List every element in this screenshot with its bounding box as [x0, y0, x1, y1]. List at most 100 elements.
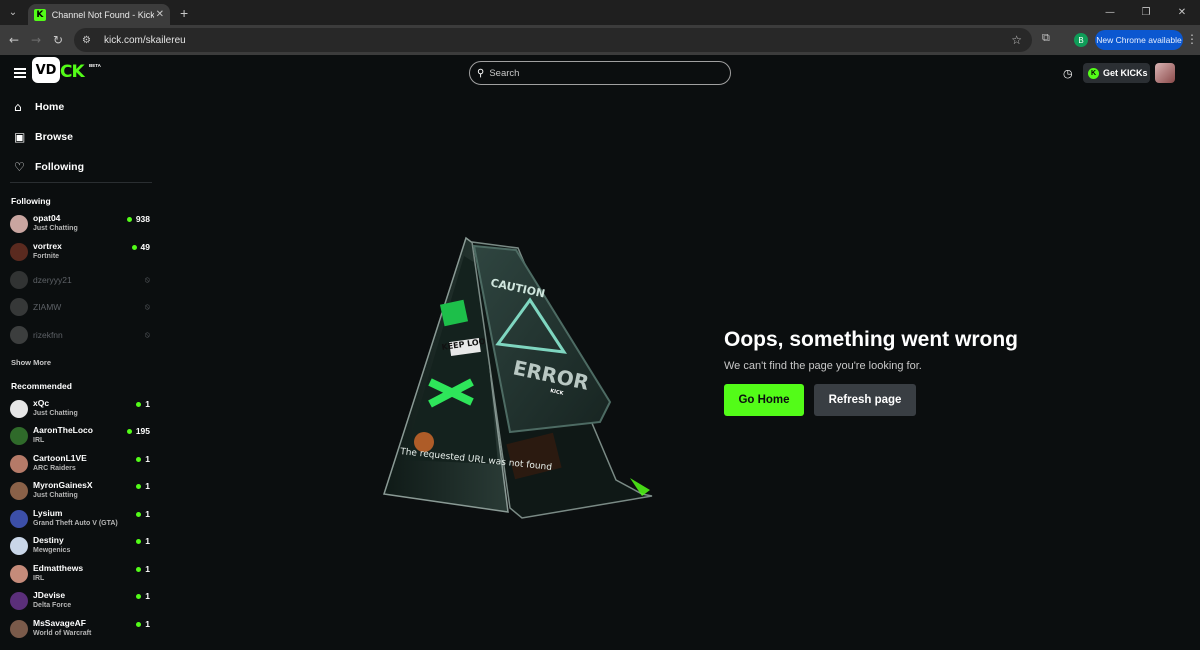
recommended-channel[interactable]: Edmatthews IRL 1: [10, 562, 150, 588]
channel-category: Grand Theft Auto V (GTA): [33, 520, 118, 527]
viewer-count: 1: [136, 481, 150, 491]
channel-name: Lysium: [33, 508, 63, 518]
recommended-channel[interactable]: xQc Just Chatting 1: [10, 397, 150, 423]
offline-icon: ⦸: [144, 330, 150, 339]
close-tab-icon[interactable]: ✕: [156, 9, 164, 20]
live-dot-icon: [126, 428, 132, 434]
url-text[interactable]: kick.com/skailereu: [104, 35, 186, 46]
sidebar-item-browse[interactable]: ▣ Browse: [14, 130, 73, 144]
channel-name: vortrex: [33, 241, 62, 251]
recommended-channel[interactable]: MsSavageAF World of Warcraft 1: [10, 617, 150, 643]
browser-toolbar: ← → ↻ ⚙ kick.com/skailereu ☆ ⧉: [0, 25, 1200, 55]
address-bar[interactable]: ⚙ kick.com/skailereu ☆: [74, 28, 1032, 52]
kicks-coin-icon: K: [1088, 67, 1099, 79]
logo-overlay-badge[interactable]: VD: [32, 57, 60, 83]
bookmark-star-icon[interactable]: ☆: [1011, 33, 1022, 47]
search-input[interactable]: ⚲ Search: [469, 61, 731, 85]
error-subtitle: We can't find the page you're looking fo…: [724, 360, 922, 372]
viewer-count: 1: [136, 454, 150, 464]
avatar: [10, 298, 28, 316]
channel-name: MsSavageAF: [33, 618, 86, 628]
channel-category: World of Warcraft: [33, 630, 92, 637]
refresh-page-button[interactable]: Refresh page: [814, 384, 916, 416]
sidebar-item-following[interactable]: ♡ Following: [14, 160, 84, 174]
sidebar-item-home[interactable]: ⌂ Home: [14, 100, 64, 114]
viewer-count: 49: [131, 242, 150, 252]
avatar: [10, 400, 28, 418]
recommended-section-title: Recommended: [11, 381, 72, 391]
kick-logo[interactable]: CK: [60, 62, 85, 82]
get-kicks-button[interactable]: K Get KICKs: [1083, 63, 1150, 83]
avatar: [10, 243, 28, 261]
live-dot-icon: [136, 621, 142, 627]
avatar: [10, 326, 28, 344]
recommended-channel[interactable]: MyronGainesX Just Chatting 1: [10, 479, 150, 505]
user-avatar[interactable]: [1155, 63, 1175, 83]
recommended-channel[interactable]: Destiny Mewgenics 1: [10, 534, 150, 560]
live-dot-icon: [136, 538, 142, 544]
viewer-count: 1: [136, 591, 150, 601]
viewer-count: 195: [126, 426, 150, 436]
avatar: [10, 565, 28, 583]
chrome-menu-icon[interactable]: ⋮: [1186, 32, 1198, 46]
channel-name: AaronTheLoco: [33, 425, 93, 435]
viewer-count: 1: [136, 619, 150, 629]
site-header: VD CK BETA ⚲ Search ◷ K Get KICKs: [0, 55, 1200, 93]
get-kicks-label: Get KICKs: [1103, 68, 1148, 78]
channel-category: Just Chatting: [33, 225, 78, 232]
recommended-channel[interactable]: AaronTheLoco IRL 195: [10, 424, 150, 450]
chrome-update-button[interactable]: New Chrome available: [1095, 30, 1183, 50]
following-channel[interactable]: vortrex Fortnite 49: [10, 240, 150, 266]
channel-category: Mewgenics: [33, 547, 71, 554]
kick-favicon-icon: K: [34, 8, 46, 21]
offline-icon: ⦸: [144, 302, 150, 311]
home-icon: ⌂: [14, 100, 22, 114]
extensions-icon[interactable]: ⧉: [1042, 32, 1050, 45]
following-channel-offline[interactable]: dzeryyy21 ⦸: [10, 268, 150, 294]
recommended-channel[interactable]: CartoonL1VE ARC Raiders 1: [10, 452, 150, 478]
following-channel-offline[interactable]: rizekfnn ⦸: [10, 323, 150, 349]
following-channel-offline[interactable]: ZIAMW ⦸: [10, 295, 150, 321]
go-home-button[interactable]: Go Home: [724, 384, 804, 416]
channel-category: Just Chatting: [33, 410, 78, 417]
avatar: [10, 510, 28, 528]
browse-icon: ▣: [14, 130, 26, 144]
close-window-button[interactable]: ✕: [1164, 7, 1200, 18]
error-title: Oops, something went wrong: [724, 328, 1018, 351]
profile-avatar[interactable]: B: [1074, 33, 1088, 47]
following-channel[interactable]: opat04 Just Chatting 938: [10, 212, 150, 238]
site-info-icon[interactable]: ⚙: [82, 35, 98, 46]
tab-search-button[interactable]: ⌄: [4, 4, 22, 22]
show-more-button[interactable]: Show More: [11, 358, 51, 367]
search-placeholder: Search: [489, 67, 520, 79]
new-tab-button[interactable]: +: [180, 5, 188, 21]
restore-button[interactable]: ❐: [1128, 7, 1164, 18]
browser-tab[interactable]: K Channel Not Found - Kick Strea ✕: [28, 4, 170, 25]
following-section-title: Following: [11, 196, 51, 206]
channel-name: Destiny: [33, 535, 64, 545]
avatar: [10, 620, 28, 638]
recommended-channel[interactable]: Lysium Grand Theft Auto V (GTA) 1: [10, 507, 150, 533]
tab-title: Channel Not Found - Kick Strea: [51, 9, 154, 20]
reload-icon[interactable]: ↻: [47, 33, 69, 47]
viewer-count: 1: [136, 399, 150, 409]
forward-icon[interactable]: →: [25, 33, 47, 47]
search-icon: ⚲: [477, 67, 485, 79]
menu-icon[interactable]: [14, 68, 26, 78]
minimize-button[interactable]: —: [1092, 7, 1128, 18]
back-icon[interactable]: ←: [3, 33, 25, 47]
recommended-channel[interactable]: JDevise Delta Force 1: [10, 589, 150, 615]
channel-category: ARC Raiders: [33, 465, 76, 472]
sidebar-item-label: Home: [35, 101, 65, 113]
drops-icon[interactable]: ◷: [1063, 67, 1073, 80]
channel-category: Just Chatting: [33, 492, 78, 499]
browser-tab-bar: ⌄ K Channel Not Found - Kick Strea ✕ + —…: [0, 0, 1200, 25]
avatar: [10, 592, 28, 610]
channel-name: opat04: [33, 213, 61, 223]
live-dot-icon: [136, 593, 142, 599]
live-dot-icon: [131, 244, 137, 250]
sidebar-item-label: Browse: [35, 131, 73, 143]
divider: [10, 182, 152, 183]
live-dot-icon: [136, 483, 142, 489]
sidebar-item-label: Following: [35, 161, 84, 173]
